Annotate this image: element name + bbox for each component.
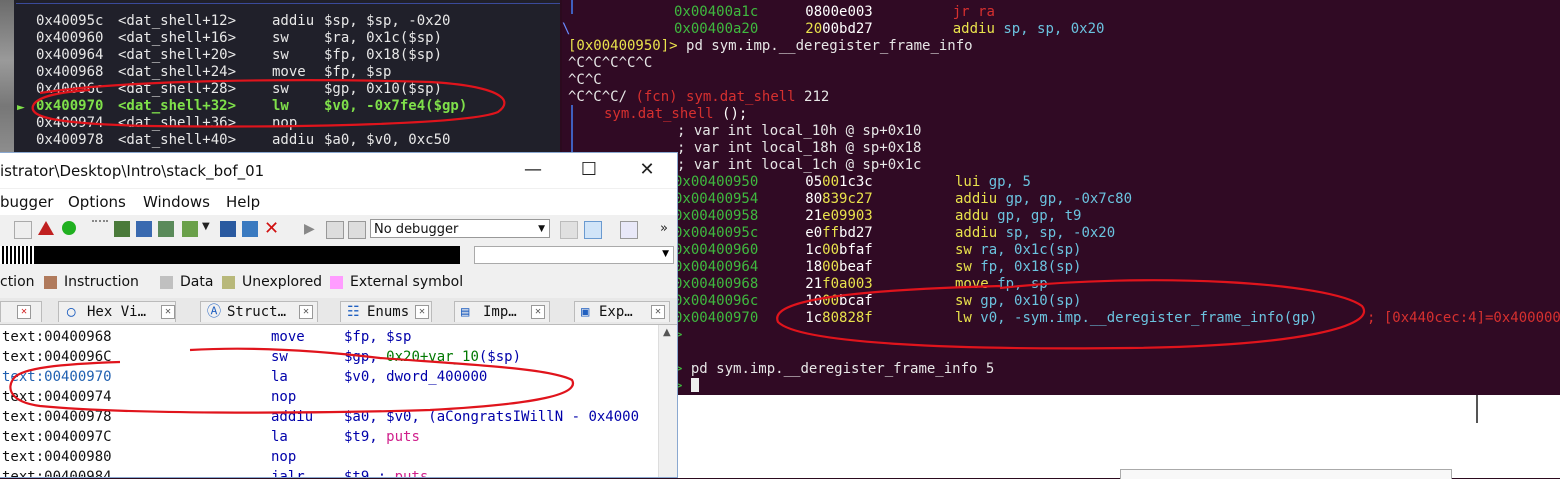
disasm-line[interactable]: 0x00400970 1c80828f lw v0, -sym.imp.__dere…	[674, 310, 1560, 327]
gdb-row[interactable]: 0x40096c <dat_shell+28> sw $gp, 0x10($sp)	[36, 81, 442, 98]
function-signature: sym.dat_shell ();	[604, 106, 748, 122]
gdb-current-row[interactable]: 0x400970 <dat_shell+32> lw $v0, -0x7fe4($gp…	[36, 98, 467, 115]
add-struct-icon[interactable]	[182, 221, 198, 237]
tab-hex-view[interactable]: ◯ Hex Vi… ✕	[58, 301, 176, 322]
breakpoint-list-icon[interactable]	[620, 221, 638, 239]
disasm-line: 0x00400a20 2000bd27 addiu sp, sp, 0x20	[674, 21, 1105, 37]
attach-icon[interactable]	[560, 221, 578, 239]
chevron-down-icon[interactable]: ▼	[202, 221, 218, 237]
disasm-line[interactable]: 0x0040096c 1000bcaf sw gp, 0x10(sp)	[674, 293, 1081, 310]
window-edge	[1476, 395, 1478, 423]
command-line-2[interactable]: > pd sym.imp.__deregister_frame_info 5	[674, 361, 994, 378]
close-button[interactable]: ✕	[632, 159, 662, 181]
vertical-scrollbar[interactable]: ▲	[658, 325, 677, 477]
delete-icon[interactable]: ✕	[264, 218, 280, 239]
text-cursor	[690, 378, 699, 392]
patch-icon[interactable]	[242, 221, 258, 237]
disasm-line[interactable]: 0x00400954 80839c27 addiu gp, gp, -0x7c80	[674, 191, 1132, 208]
window-title: istrator\Desktop\Intro\stack_bof_01	[0, 162, 265, 180]
desktop-area	[676, 395, 1560, 479]
toolbar-overflow-icon[interactable]: »	[660, 221, 676, 237]
toolbar: ▼ ✕ ▶ No debugger ▼ »	[0, 216, 677, 244]
refresh-icon[interactable]	[584, 221, 602, 239]
disasm-line[interactable]: 0x00400968 21f0a003 move fp, sp	[674, 276, 1048, 293]
add-icon[interactable]	[158, 221, 174, 237]
command-line-1[interactable]: [0x00400950]> pd sym.imp.__deregister_fr…	[568, 38, 973, 55]
legend-swatch	[222, 276, 235, 289]
legend-label: External symbol	[350, 274, 464, 290]
gdb-row[interactable]: 0x400964 <dat_shell+20> sw $fp, 0x18($sp)	[36, 47, 442, 64]
ctrl-c-line: ^C^C^C^C^C	[568, 55, 653, 71]
disasm-line[interactable]: 0x00400960 1c00bfaf sw ra, 0x1c(sp)	[674, 242, 1081, 259]
gdb-row[interactable]: 0x400974 <dat_shell+36> nop	[36, 115, 324, 132]
menu-windows[interactable]: Windows	[143, 193, 210, 211]
list-icon[interactable]	[136, 221, 152, 237]
ida-window[interactable]: istrator\Desktop\Intro\stack_bof_01 — ☐ …	[0, 152, 678, 478]
ctrl-c-line: ^C^C	[568, 72, 602, 88]
segment-select[interactable]: ▼	[474, 246, 674, 264]
disasm-line[interactable]: 0x00400958 21e09903 addu gp, gp, t9	[674, 208, 1081, 225]
legend-swatch	[160, 276, 173, 289]
maximize-button[interactable]: ☐	[574, 159, 604, 181]
var-line: ; var int local_1ch @ sp+0x1c	[677, 157, 922, 173]
nav-segments	[0, 246, 36, 264]
legend-label: Data	[180, 274, 214, 290]
scroll-up-icon[interactable]: ▲	[663, 327, 671, 338]
disasm-line[interactable]: 0x0040095c e0ffbd27 addiu sp, sp, -0x20	[674, 225, 1115, 242]
stop-icon[interactable]	[348, 221, 366, 239]
legend-label: ction	[0, 274, 35, 290]
disassembly-view[interactable]: text:00400968 move $fp, $sp text:0040096C s…	[0, 325, 658, 477]
tab-imports[interactable]: ▤ Imp… ✕	[454, 301, 550, 322]
tab-exports[interactable]: ▣ Exp… ✕	[574, 301, 670, 322]
view-tabs: ✕ ◯ Hex Vi… ✕ Ⓐ Struct… ✕ ☷ Enums ✕ ▤ Imp… ✕ ▣ Ex…	[0, 298, 677, 325]
legend-label: Unexplored	[242, 274, 323, 290]
green-circle-icon[interactable]	[62, 221, 76, 235]
desktop-background-strip	[0, 0, 14, 152]
gdb-disassembly-panel: ► 0x40095c <dat_shell+12> addiu $sp, $sp, -…	[0, 0, 560, 152]
current-instruction-arrow-icon: ►	[17, 100, 25, 115]
color-legend: ction Instruction Data Unexplored Extern…	[0, 271, 677, 295]
debugger-select[interactable]: No debugger ▼	[370, 219, 550, 238]
disasm-line[interactable]: 0x00400950 05001c3c lui gp, 5	[674, 174, 1031, 191]
menu-options[interactable]: Options	[68, 193, 126, 211]
pause-icon[interactable]	[326, 221, 344, 239]
var-line: ; var int local_10h @ sp+0x10	[677, 123, 922, 139]
menu-bar: bugger Options Windows Help	[0, 189, 677, 215]
gdb-row[interactable]: 0x400978 <dat_shell+40> addiu $a0, $v0, 0xc…	[36, 132, 450, 149]
gdb-row[interactable]: 0x400960 <dat_shell+16> sw $ra, 0x1c($sp)	[36, 30, 442, 47]
flow-arrow: \	[562, 21, 571, 37]
menu-help[interactable]: Help	[226, 193, 260, 211]
legend-label: Instruction	[64, 274, 139, 290]
tab-structures[interactable]: Ⓐ Struct… ✕	[200, 301, 318, 322]
gdb-row[interactable]: 0x400968 <dat_shell+24> move $fp, $sp	[36, 64, 391, 81]
gdb-row[interactable]: 0x40095c <dat_shell+12> addiu $sp, $sp, -0x…	[36, 13, 450, 30]
var-line: ; var int local_18h @ sp+0x18	[677, 140, 922, 156]
navigation-strip[interactable]	[0, 246, 460, 264]
hammer-icon[interactable]	[14, 221, 32, 239]
panel-border	[16, 3, 560, 4]
play-icon[interactable]: ▶	[304, 221, 320, 237]
radare2-terminal[interactable]: 0x00400a1c 0800e003 jr ra 0x00400a20 2000bd…	[562, 0, 1560, 395]
toolbar-grip	[92, 220, 108, 223]
menu-debugger[interactable]: bugger	[0, 193, 53, 211]
minimize-button[interactable]: —	[518, 159, 548, 181]
graph-icon[interactable]	[114, 221, 130, 237]
flow-bar	[571, 0, 573, 14]
tab-enums[interactable]: ☷ Enums ✕	[340, 301, 432, 322]
star-icon[interactable]	[220, 221, 236, 237]
disasm-line: 0x00400a1c 0800e003 jr ra	[674, 4, 995, 20]
tab-ida-view[interactable]: ✕	[0, 301, 42, 322]
warning-icon[interactable]	[38, 221, 54, 235]
legend-swatch	[330, 276, 343, 289]
function-header: ^C^C^C/ (fcn) sym.dat_shell 212	[568, 89, 830, 105]
title-bar[interactable]: istrator\Desktop\Intro\stack_bof_01 — ☐ …	[0, 153, 677, 188]
disasm-line[interactable]: 0x00400964 1800beaf sw fp, 0x18(sp)	[674, 259, 1081, 276]
legend-swatch	[44, 276, 57, 289]
